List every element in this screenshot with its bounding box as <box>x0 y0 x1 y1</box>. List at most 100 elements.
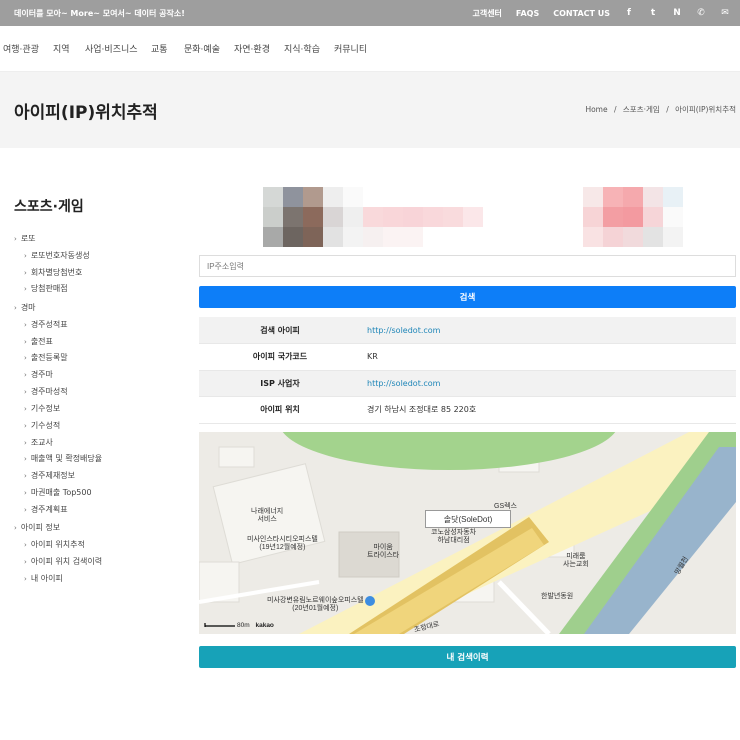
map-label: 한발년동원 <box>541 593 574 600</box>
chevron-right-icon: › <box>24 506 27 514</box>
sidebar-item-ip-history[interactable]: › 아이피 위치 검색이력 <box>24 556 102 567</box>
sidebar-group-label: 아이피 정보 <box>20 523 61 532</box>
sidebar-item[interactable]: › 로또번호자동생성 <box>24 250 90 261</box>
map-marker-label[interactable]: 솔닷(SoleDot) <box>425 510 511 528</box>
page-header: 아이피(IP)위치추적 Home / 스포츠·게임 / 아이피(IP)위치추적 <box>0 72 740 148</box>
sidebar-item-label: 로또번호자동생성 <box>30 251 90 260</box>
sidebar-item[interactable]: › 경주제재정보 <box>24 470 75 481</box>
top-links: 고객센터 FAQS CONTACT US f t N ✆ ✉ <box>458 0 730 26</box>
chevron-right-icon: › <box>24 472 27 480</box>
search-button[interactable]: 검색 <box>199 286 736 308</box>
breadcrumb-home[interactable]: Home <box>585 105 607 114</box>
nav-item-region[interactable]: 지역 <box>53 42 70 55</box>
breadcrumb-section[interactable]: 스포츠·게임 <box>623 105 660 114</box>
sidebar-item-label: 기수정보 <box>30 404 61 413</box>
twitter-icon[interactable]: t <box>648 8 658 18</box>
result-key-country-code: 아이피 국가코드 <box>199 343 361 371</box>
chevron-right-icon: › <box>24 269 27 277</box>
result-value-isp[interactable]: http://soledot.com <box>367 379 440 388</box>
chevron-right-icon: › <box>14 524 17 532</box>
sidebar-item[interactable]: › 매출액 및 확정배당율 <box>24 453 102 464</box>
nav-item-business[interactable]: 사업·비즈니스 <box>85 42 138 55</box>
nav-item-traffic[interactable]: 교통 <box>151 42 168 55</box>
location-map[interactable]: 나래에너지 서비스 미사인스타시티오피스텔 (19년12월예정) 마이움 트라이스타 … <box>199 432 736 634</box>
sidebar-item[interactable]: › 기수성적 <box>24 420 60 431</box>
phone-icon[interactable]: ✆ <box>696 8 706 18</box>
sidebar-item-label: 기수성적 <box>30 421 61 430</box>
sidebar-item-label: 아이피 위치 검색이력 <box>30 557 103 566</box>
map-label: 마이움 트라이스타 <box>367 544 400 560</box>
customer-center-link[interactable]: 고객센터 <box>472 8 501 19</box>
sidebar-group-ip-info[interactable]: › 아이피 정보 <box>14 522 60 533</box>
sidebar-item-label: 마권매출 Top500 <box>30 488 92 497</box>
sidebar-item-label: 아이피 위치추적 <box>30 540 85 549</box>
sidebar-item-label: 당첨판매점 <box>30 284 68 293</box>
result-value-searched-ip[interactable]: http://soledot.com <box>367 326 440 335</box>
main-nav: 여행·관광 지역 사업·비즈니스 교통 문화·예술 자연·환경 지식·학습 커뮤… <box>0 26 740 72</box>
result-key-location: 아이피 위치 <box>199 396 361 424</box>
nav-item-culture[interactable]: 문화·예술 <box>184 42 220 55</box>
chevron-right-icon: › <box>24 354 27 362</box>
sidebar-group-label: 경마 <box>20 303 36 312</box>
sidebar-item[interactable]: › 출전등록말 <box>24 352 68 363</box>
sidebar-item[interactable]: › 회차별당첨번호 <box>24 267 82 278</box>
sidebar-group-label: 로또 <box>20 234 36 243</box>
sidebar-item[interactable]: › 경주마성적 <box>24 386 68 397</box>
nav-item-nature[interactable]: 자연·환경 <box>234 42 270 55</box>
sidebar-item[interactable]: › 출전표 <box>24 336 53 347</box>
map-label: 나래에너지 서비스 <box>251 508 284 524</box>
sidebar-item[interactable]: › 조교사 <box>24 437 53 448</box>
chevron-right-icon: › <box>24 489 27 497</box>
nav-item-community[interactable]: 커뮤니티 <box>334 42 367 55</box>
chevron-right-icon: › <box>24 388 27 396</box>
site-tagline: 데이터를 모아~ More~ 모여서~ 데이터 공작소! <box>14 9 185 18</box>
my-history-button[interactable]: 내 검색이력 <box>199 646 736 668</box>
sidebar-item-my-ip[interactable]: › 내 아이피 <box>24 573 63 584</box>
chevron-right-icon: › <box>14 304 17 312</box>
page-title: 아이피(IP)위치추적 <box>14 103 158 123</box>
sidebar-item[interactable]: › 경주마 <box>24 369 53 380</box>
sidebar-item[interactable]: › 기수정보 <box>24 403 60 414</box>
chevron-right-icon: › <box>24 455 27 463</box>
sidebar-item-label: 매출액 및 확정배당율 <box>30 454 103 463</box>
map-label: 미사인스타시티오피스텔 (19년12월예정) <box>247 536 318 552</box>
sidebar-item[interactable]: › 경주성적표 <box>24 319 68 330</box>
chevron-right-icon: › <box>24 321 27 329</box>
chevron-right-icon: › <box>24 405 27 413</box>
sidebar-item-label: 조교사 <box>30 438 53 447</box>
nav-item-knowledge[interactable]: 지식·학습 <box>284 42 320 55</box>
chevron-right-icon: › <box>24 439 27 447</box>
naver-icon[interactable]: N <box>672 8 682 18</box>
map-scale-text: 80m <box>237 622 250 629</box>
chevron-right-icon: › <box>24 541 27 549</box>
faqs-link[interactable]: FAQS <box>516 9 539 18</box>
sidebar-group-lotto[interactable]: › 로또 <box>14 233 36 244</box>
chevron-right-icon: › <box>24 575 27 583</box>
ad-banner[interactable] <box>243 187 683 247</box>
map-scale: 80m kakao <box>205 622 274 629</box>
sidebar-item-label: 경주마성적 <box>30 387 68 396</box>
sidebar-group-horse-racing[interactable]: › 경마 <box>14 302 36 313</box>
result-value-country-code: KR <box>361 343 736 371</box>
chevron-right-icon: › <box>24 422 27 430</box>
table-row: 아이피 국가코드 KR <box>199 343 736 371</box>
facebook-icon[interactable]: f <box>624 8 634 18</box>
sidebar-item[interactable]: › 당첨판매점 <box>24 283 68 294</box>
mail-icon[interactable]: ✉ <box>720 8 730 18</box>
nav-item-travel[interactable]: 여행·관광 <box>3 42 39 55</box>
breadcrumb: Home / 스포츠·게임 / 아이피(IP)위치추적 <box>585 104 736 115</box>
chevron-right-icon: › <box>24 558 27 566</box>
sidebar-item-ip-tracking[interactable]: › 아이피 위치추적 <box>24 539 85 550</box>
result-value-cell: http://soledot.com <box>361 317 736 344</box>
contact-us-link[interactable]: CONTACT US <box>553 9 610 18</box>
kakao-logo: kakao <box>255 622 274 629</box>
table-row: ISP 사업자 http://soledot.com <box>199 370 736 397</box>
sidebar-item[interactable]: › 마권매출 Top500 <box>24 487 92 498</box>
sidebar-item[interactable]: › 경주계획표 <box>24 504 68 515</box>
ip-address-input[interactable] <box>199 255 736 277</box>
chevron-right-icon: › <box>14 235 17 243</box>
sidebar-item-label: 출전표 <box>30 337 53 346</box>
breadcrumb-current: 아이피(IP)위치추적 <box>675 105 736 114</box>
chevron-right-icon: › <box>24 252 27 260</box>
sidebar-item-label: 경주성적표 <box>30 320 68 329</box>
